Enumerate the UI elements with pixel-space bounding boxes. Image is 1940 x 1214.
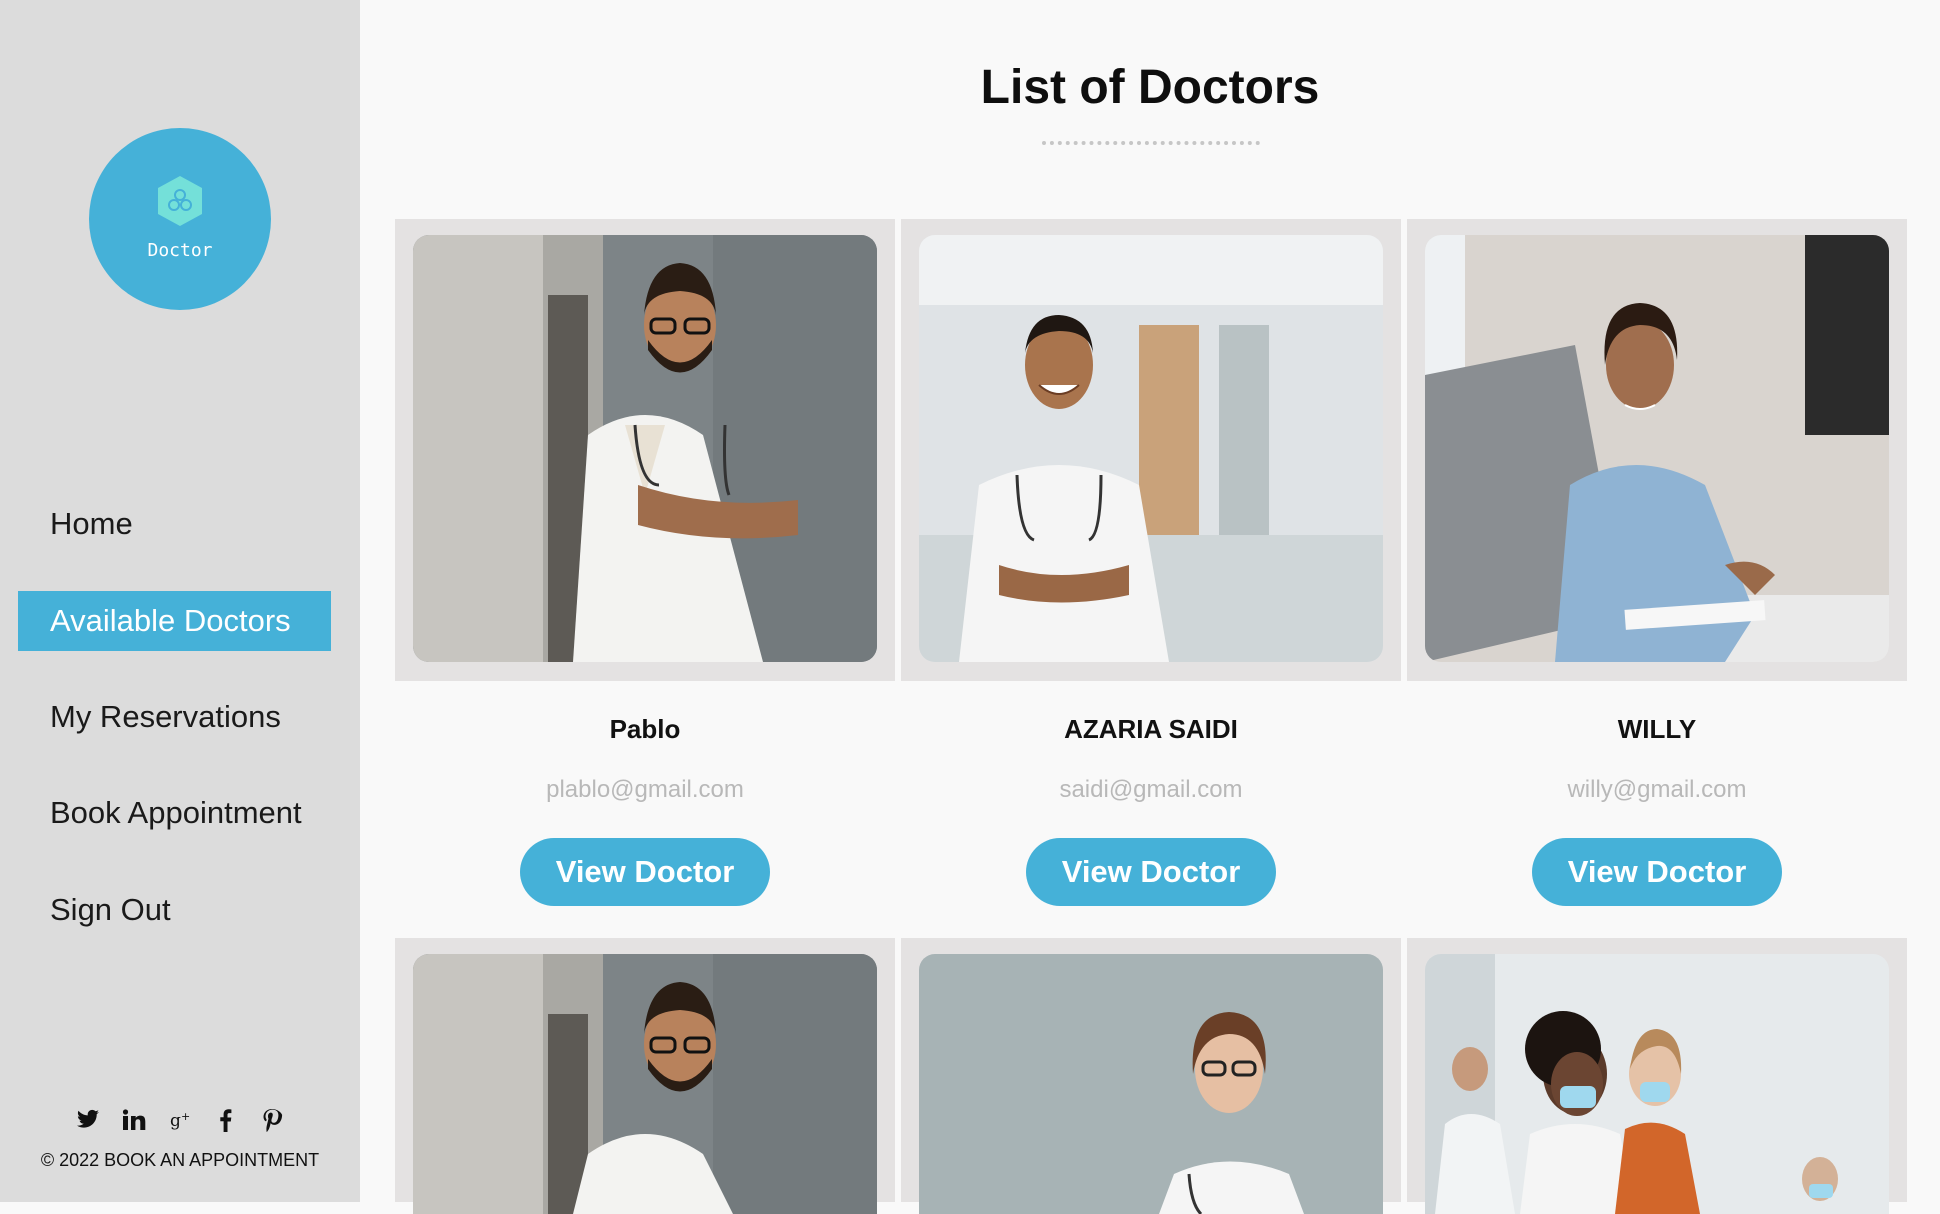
doctor-card-photo-frame	[395, 219, 895, 681]
doctor-photo[interactable]	[413, 954, 877, 1214]
sidebar: Doctor Home Available Doctors My Reserva…	[0, 0, 360, 1202]
nav-item-my-reservations[interactable]: My Reservations	[18, 687, 331, 747]
doctor-photo[interactable]	[1425, 954, 1889, 1214]
linkedin-icon[interactable]	[122, 1108, 146, 1132]
doctor-email: willy@gmail.com	[1567, 776, 1747, 803]
doctor-email: plablo@gmail.com	[546, 776, 744, 803]
doctor-photo[interactable]	[919, 235, 1383, 662]
twitter-icon[interactable]	[76, 1108, 100, 1132]
nav-item-home[interactable]: Home	[18, 494, 331, 554]
doctor-photo[interactable]	[919, 954, 1383, 1214]
doctor-photo[interactable]	[1425, 235, 1889, 662]
facebook-icon[interactable]	[214, 1108, 238, 1132]
doctor-card-photo-frame	[395, 938, 895, 1214]
nav-item-available-doctors[interactable]: Available Doctors	[18, 591, 331, 651]
logo-text: Doctor	[147, 240, 213, 261]
doctor-name: AZARIA SAIDI	[1064, 714, 1238, 744]
logo[interactable]: Doctor	[89, 128, 271, 310]
doctor-card-photo-frame	[1407, 219, 1907, 681]
doctor-name: WILLY	[1617, 714, 1697, 744]
title-divider	[1042, 141, 1260, 145]
nav-item-sign-out[interactable]: Sign Out	[18, 880, 331, 940]
doctor-email: saidi@gmail.com	[1059, 776, 1243, 803]
social-links: g +	[0, 1102, 360, 1138]
view-doctor-button[interactable]: View Doctor	[1532, 838, 1782, 906]
view-doctor-button[interactable]: View Doctor	[520, 838, 770, 906]
nav-item-book-appointment[interactable]: Book Appointment	[18, 783, 331, 843]
doctor-card-photo-frame	[901, 938, 1401, 1214]
doctor-name: Pablo	[609, 714, 681, 744]
copyright-text: © 2022 BOOK AN APPOINTMENT	[40, 1150, 320, 1170]
doctor-card-photo-frame	[901, 219, 1401, 681]
pinterest-icon[interactable]	[260, 1108, 284, 1132]
view-doctor-button[interactable]: View Doctor	[1026, 838, 1276, 906]
google-plus-icon[interactable]: g +	[168, 1108, 192, 1132]
page-title: List of Doctors	[980, 61, 1320, 114]
doctor-card-photo-frame	[1407, 938, 1907, 1214]
hexagon-logo-icon	[158, 176, 202, 226]
svg-text:g: g	[170, 1111, 181, 1131]
doctor-photo[interactable]	[413, 235, 877, 662]
svg-text:+: +	[181, 1110, 190, 1123]
